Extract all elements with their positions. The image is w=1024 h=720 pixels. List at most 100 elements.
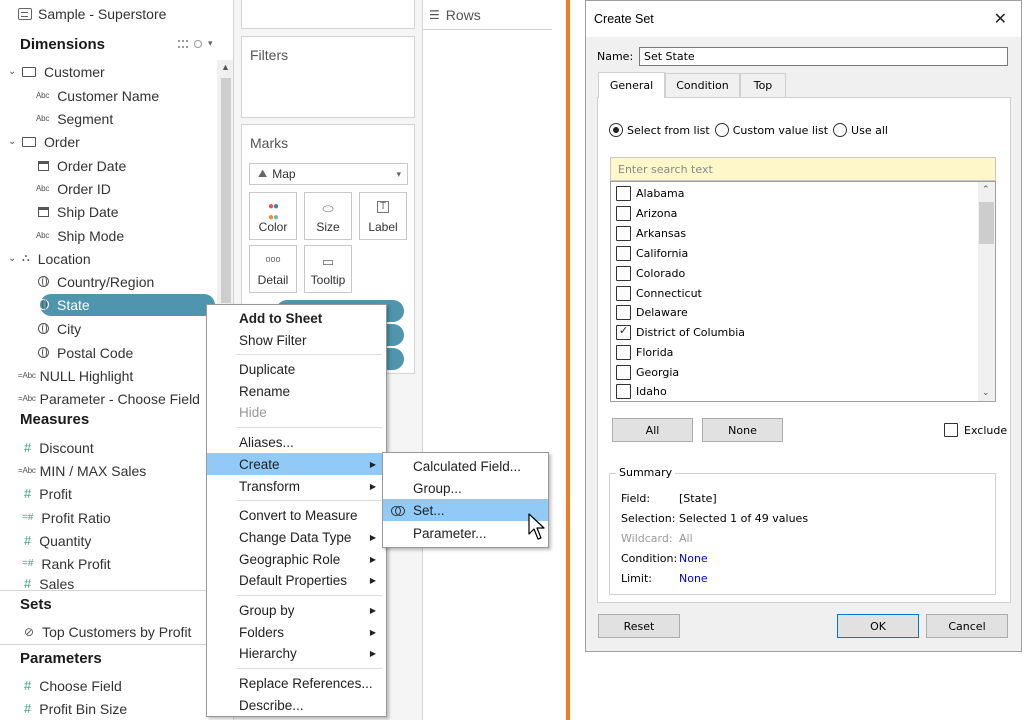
- menu-item-geographic-role[interactable]: Geographic Role ▶: [207, 548, 386, 570]
- detail-button[interactable]: ooo Detail: [249, 245, 297, 293]
- tab-general[interactable]: General: [598, 72, 665, 98]
- measure-quantity[interactable]: # Quantity: [24, 529, 91, 552]
- menu-item-convert-to-measure[interactable]: Convert to Measure: [207, 504, 386, 526]
- menu-item-group-by[interactable]: Group by ▶: [207, 599, 386, 621]
- menu-item-parameter[interactable]: Parameter...: [383, 522, 548, 544]
- menu-item-replace-references[interactable]: Replace References...: [207, 672, 386, 694]
- list-item[interactable]: Colorado: [616, 264, 685, 283]
- filters-card[interactable]: Filters: [241, 36, 415, 118]
- size-button[interactable]: ⬭ Size: [304, 192, 352, 240]
- cancel-button[interactable]: Cancel: [926, 614, 1008, 638]
- list-scrollbar[interactable]: ⌃ ⌄: [978, 182, 995, 401]
- field-customer-name[interactable]: Abc Customer Name: [36, 84, 159, 107]
- scrollbar-thumb[interactable]: [979, 202, 994, 244]
- list-item[interactable]: Arizona: [616, 204, 677, 223]
- menu-item-create[interactable]: Create ▶: [207, 453, 386, 475]
- measure-rank-profit[interactable]: =# Rank Profit: [22, 552, 111, 575]
- view-grid-icon[interactable]: [178, 39, 188, 48]
- menu-item-hierarchy[interactable]: Hierarchy ▶: [207, 642, 386, 664]
- chevron-up-icon[interactable]: ⌃: [982, 185, 990, 195]
- menu-item-duplicate[interactable]: Duplicate: [207, 358, 386, 380]
- scroll-up-icon[interactable]: ▲: [221, 62, 230, 72]
- chevron-down-icon[interactable]: ⌄: [8, 136, 18, 147]
- list-item[interactable]: Florida: [616, 343, 673, 362]
- checkbox[interactable]: [616, 345, 631, 360]
- menu-item-group[interactable]: Group...: [383, 477, 548, 499]
- chevron-down-icon[interactable]: ▾: [208, 38, 215, 49]
- name-input[interactable]: Set State: [639, 47, 1008, 66]
- radio-select-from-list[interactable]: [609, 123, 623, 137]
- menu-item-aliases[interactable]: Aliases...: [207, 431, 386, 453]
- folder-customer[interactable]: ⌄ Customer: [8, 60, 105, 83]
- field-parameter-choose-field[interactable]: =Abc Parameter - Choose Field: [18, 387, 200, 410]
- tab-condition[interactable]: Condition: [665, 73, 740, 97]
- field-null-highlight[interactable]: =Abc NULL Highlight: [18, 364, 133, 387]
- reset-button[interactable]: Reset: [598, 614, 680, 638]
- field-order-date[interactable]: Order Date: [38, 154, 126, 177]
- list-item[interactable]: Arkansas: [616, 224, 686, 243]
- chevron-down-icon[interactable]: ⌄: [8, 253, 18, 264]
- menu-item-add-to-sheet[interactable]: Add to Sheet: [207, 307, 386, 329]
- close-icon[interactable]: ✕: [994, 9, 1007, 29]
- ok-button[interactable]: OK: [837, 614, 919, 638]
- checkbox[interactable]: [616, 384, 631, 399]
- search-icon[interactable]: [194, 39, 202, 48]
- set-top-customers[interactable]: ⊘ Top Customers by Profit: [24, 620, 191, 643]
- list-item[interactable]: Connecticut: [616, 284, 702, 303]
- exclude-checkbox[interactable]: [944, 423, 958, 437]
- summary-condition-link[interactable]: None: [679, 552, 708, 568]
- menu-item-calculated-field[interactable]: Calculated Field...: [383, 455, 548, 477]
- exclude-option[interactable]: Exclude: [944, 423, 1007, 437]
- all-button[interactable]: All: [612, 418, 693, 442]
- rows-shelf[interactable]: ☰ Rows: [422, 0, 552, 30]
- menu-item-change-data-type[interactable]: Change Data Type ▶: [207, 526, 386, 548]
- parameter-profit-bin-size[interactable]: # Profit Bin Size: [24, 697, 127, 720]
- checkbox-checked[interactable]: [616, 324, 631, 340]
- tab-top[interactable]: Top: [740, 73, 786, 97]
- parameter-choose-field[interactable]: # Choose Field: [24, 674, 122, 697]
- menu-item-folders[interactable]: Folders ▶: [207, 621, 386, 643]
- menu-item-show-filter[interactable]: Show Filter: [207, 329, 386, 351]
- radio-custom-value-list[interactable]: [714, 123, 729, 137]
- list-item[interactable]: Idaho: [616, 382, 667, 401]
- label-button[interactable]: T Label: [359, 192, 407, 240]
- measure-min-max-sales[interactable]: =Abc MIN / MAX Sales: [18, 459, 146, 482]
- tooltip-button[interactable]: ▭ Tooltip: [304, 245, 352, 293]
- color-button[interactable]: ●● ●● Color: [249, 192, 297, 240]
- chevron-down-icon[interactable]: ⌄: [982, 388, 990, 398]
- folder-order[interactable]: ⌄ Order: [8, 130, 80, 153]
- list-item[interactable]: District of Columbia: [616, 323, 745, 342]
- summary-limit-link[interactable]: None: [679, 572, 708, 588]
- checkbox[interactable]: [616, 186, 631, 201]
- none-button[interactable]: None: [702, 418, 783, 442]
- field-city[interactable]: City: [38, 317, 81, 340]
- checkbox[interactable]: [616, 226, 631, 241]
- mark-type-dropdown[interactable]: ⛰ Map ▾: [249, 163, 408, 185]
- menu-item-transform[interactable]: Transform ▶: [207, 475, 386, 497]
- menu-item-set[interactable]: Set...: [383, 499, 548, 521]
- checkbox[interactable]: [616, 246, 631, 261]
- list-item[interactable]: California: [616, 244, 688, 263]
- radio-use-all[interactable]: [833, 123, 848, 137]
- view-canvas[interactable]: [422, 30, 552, 720]
- field-ship-date[interactable]: Ship Date: [38, 200, 118, 223]
- field-state[interactable]: State: [38, 293, 90, 316]
- list-item[interactable]: Georgia: [616, 363, 679, 382]
- field-country-region[interactable]: Country/Region: [38, 270, 154, 293]
- field-segment[interactable]: Abc Segment: [36, 107, 113, 130]
- list-item[interactable]: Alabama: [616, 184, 685, 203]
- checkbox[interactable]: [616, 365, 631, 380]
- checkbox[interactable]: [616, 286, 631, 301]
- field-postal-code[interactable]: Postal Code: [38, 341, 133, 364]
- checkbox[interactable]: [616, 305, 631, 320]
- field-order-id[interactable]: Abc Order ID: [36, 177, 111, 200]
- datasource-row[interactable]: Sample - Superstore: [0, 0, 233, 28]
- measure-profit[interactable]: # Profit: [24, 482, 72, 505]
- menu-item-describe[interactable]: Describe...: [207, 694, 386, 716]
- measure-discount[interactable]: # Discount: [24, 436, 94, 459]
- checkbox[interactable]: [616, 206, 631, 221]
- menu-item-default-properties[interactable]: Default Properties ▶: [207, 569, 386, 591]
- list-item[interactable]: Delaware: [616, 303, 688, 322]
- chevron-down-icon[interactable]: ⌄: [8, 66, 18, 77]
- menu-item-rename[interactable]: Rename: [207, 380, 386, 402]
